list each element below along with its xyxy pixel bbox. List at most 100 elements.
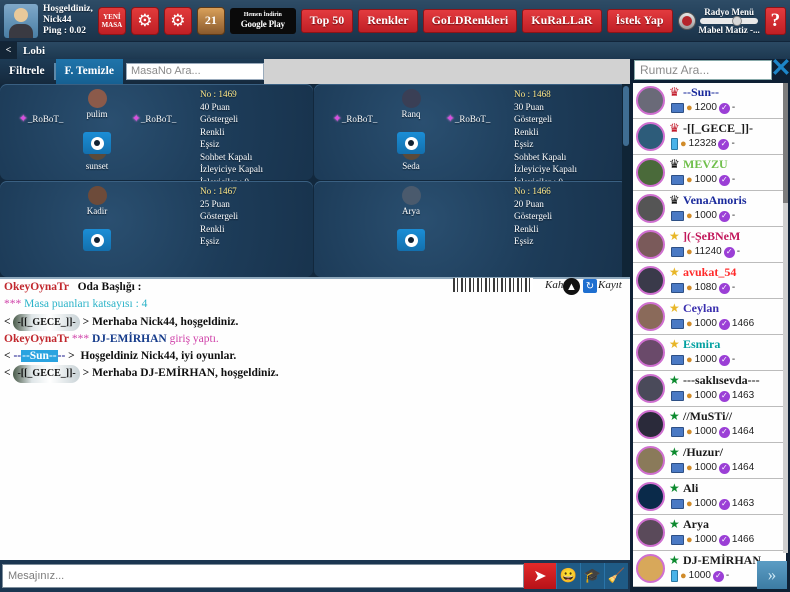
- table-seat[interactable]: ✦_RoBoT_: [10, 114, 72, 125]
- spectate-eye-icon[interactable]: [83, 229, 111, 251]
- user-avatar[interactable]: [636, 302, 665, 331]
- chat-bracket-open: <: [4, 350, 11, 363]
- table-card[interactable]: pulim sunset ✦_RoBoT_ ✦_RoBoT_ No : 1469 40 P…: [0, 84, 313, 199]
- coin-icon: ●: [686, 210, 693, 222]
- user-coins: 1000: [694, 462, 717, 473]
- istek-yap-button[interactable]: İstek Yap: [606, 8, 673, 33]
- user-avatar[interactable]: [636, 374, 665, 403]
- table-seat[interactable]: Kadir: [66, 186, 128, 216]
- spectate-eye-icon[interactable]: [397, 132, 425, 154]
- desktop-icon: [671, 211, 684, 221]
- lobby-scrollbar-thumb[interactable]: [623, 86, 629, 146]
- chat-line: *** Masa puanları katsayısı : 4: [0, 296, 630, 313]
- sidebar-next-button[interactable]: »: [757, 561, 787, 589]
- user-avatar[interactable]: [636, 518, 665, 547]
- user-list-item[interactable]: ♛ VenaAmoris ● 1000 ✓ -: [633, 191, 786, 227]
- user-nickname: DJ-EMİRHAN: [683, 553, 761, 567]
- user-list-item[interactable]: ★ Ceylan ● 1000 ✓ 1466: [633, 299, 786, 335]
- filtrele-button[interactable]: Filtrele: [0, 59, 54, 84]
- user-list-item[interactable]: ★](-ŞeBNeM ● 11240 ✓ -: [633, 227, 786, 263]
- user-list-item[interactable]: ★ Arya ● 1000 ✓ 1466: [633, 515, 786, 551]
- table-seat[interactable]: ✦_RoBoT_: [437, 114, 499, 125]
- chat-brand-tag: OkeyOynaTr: [4, 281, 69, 293]
- message-input[interactable]: Mesajınız...: [2, 564, 524, 588]
- user-coins: 11240: [694, 246, 722, 257]
- table-seat[interactable]: Arya: [380, 186, 442, 216]
- ping-value: Ping : 0.02: [43, 26, 87, 37]
- radio-power-icon[interactable]: [677, 11, 696, 30]
- user-list-item[interactable]: ★ Esmira ● 1000 ✓ -: [633, 335, 786, 371]
- spectate-eye-icon[interactable]: [83, 132, 111, 154]
- user-coins: 1000: [694, 174, 717, 185]
- user-list-scrollbar[interactable]: [783, 83, 788, 553]
- user-search-input[interactable]: Rumuz Ara...: [634, 60, 772, 80]
- user-avatar[interactable]: [636, 410, 665, 439]
- user-list-item[interactable]: ♛ --Sun-- ● 1200 ✓ -: [633, 83, 786, 119]
- user-rank-icon: ★: [669, 337, 680, 351]
- clear-filter-button[interactable]: F. Temizle: [55, 59, 123, 84]
- table-seat[interactable]: ✦_RoBoT_: [324, 114, 386, 125]
- send-button[interactable]: ➤: [524, 563, 556, 589]
- user-avatar[interactable]: [636, 338, 665, 367]
- table-seat[interactable]: Ranq: [380, 89, 442, 119]
- avatar[interactable]: [4, 3, 38, 38]
- radio-menu[interactable]: Radyo Menü Mabel Matiz -...: [677, 7, 760, 35]
- settings-button[interactable]: ⚙: [130, 6, 159, 35]
- user-avatar[interactable]: [636, 194, 665, 223]
- back-button[interactable]: <: [0, 42, 17, 59]
- user-avatar[interactable]: [636, 446, 665, 475]
- user-avatar[interactable]: [636, 230, 665, 259]
- help-button[interactable]: ?: [764, 6, 786, 35]
- chat-stars: ***: [4, 298, 22, 311]
- chat-joined-user[interactable]: DJ-EMİRHAN: [92, 333, 167, 345]
- coin-icon: ●: [680, 138, 687, 150]
- user-list-item[interactable]: ★/Huzur/ ● 1000 ✓ 1464: [633, 443, 786, 479]
- chat-message-text: Hoşgeldiniz Nick44, iyi oyunlar.: [80, 350, 237, 363]
- table-seat[interactable]: pulim: [66, 89, 128, 119]
- table-card[interactable]: Ranq Seda ✦_RoBoT_ ✦_RoBoT_ No : 1468 30 Puan…: [314, 84, 627, 199]
- top50-button[interactable]: Top 50: [300, 8, 354, 33]
- table-info-line: 20 Puan: [514, 198, 544, 209]
- user-table-no: 1464: [731, 426, 755, 437]
- user-list-item[interactable]: ★//MuSTi// ● 1000 ✓ 1464: [633, 407, 786, 443]
- user-list-item[interactable]: ♛ MEVZU ● 1000 ✓ -: [633, 155, 786, 191]
- user-list-item[interactable]: ★ avukat_54 ● 1080 ✓ -: [633, 263, 786, 299]
- user-avatar[interactable]: [636, 86, 665, 115]
- user-meta: ● 1080 ✓ -: [671, 281, 735, 295]
- user-list-scrollbar-thumb[interactable]: [783, 83, 788, 203]
- table-search-input[interactable]: MasaNo Ara...: [125, 63, 264, 80]
- google-play-button[interactable]: Hemen İndirin Google Play: [229, 7, 296, 34]
- user-list-item[interactable]: ♛ -[[_GECE_]]- ● 12328 ✓ -: [633, 119, 786, 155]
- chat-nickname[interactable]: ----Sun----: [13, 348, 65, 365]
- clear-chat-button[interactable]: 🧹: [604, 563, 628, 589]
- chat-nickname[interactable]: -[[_GECE_]]-: [13, 313, 80, 331]
- user-list-item[interactable]: ★ Ali ● 1000 ✓ 1463: [633, 479, 786, 515]
- user-avatar[interactable]: [636, 266, 665, 295]
- table-seat[interactable]: ✦_RoBoT_: [123, 114, 185, 125]
- friends-settings-button[interactable]: ⚙: [163, 6, 192, 35]
- online-count-badge[interactable]: 21: [196, 6, 225, 35]
- spectate-eye-icon[interactable]: [397, 229, 425, 251]
- user-avatar[interactable]: [636, 122, 665, 151]
- gold-renkleri-button[interactable]: GoLDRenkleri: [422, 8, 518, 33]
- clear-filter-label: F. Temizle: [64, 65, 114, 77]
- new-table-button[interactable]: YENİ MASA: [97, 6, 126, 35]
- chat-nickname-inner: --Sun--: [21, 350, 58, 363]
- volume-thumb[interactable]: [732, 15, 743, 26]
- table-card[interactable]: Kadir No : 1467 25 Puan Göstergeli Renkli Eşs…: [0, 181, 313, 277]
- volume-slider[interactable]: [700, 15, 759, 26]
- chat-room-title: Oda Başlığı :: [77, 281, 142, 293]
- lobby-scrollbar[interactable]: [622, 84, 630, 277]
- user-coins: 1000: [694, 426, 717, 437]
- user-list-item[interactable]: ★ ---saklısevda--- ● 1000 ✓ 1463: [633, 371, 786, 407]
- close-icon[interactable]: ✕: [770, 56, 790, 82]
- table-card[interactable]: Arya No : 1466 20 Puan Göstergeli Renkli Eşsi…: [314, 181, 627, 277]
- chat-nickname[interactable]: -[[_GECE_]]-: [13, 365, 80, 383]
- kurallar-button[interactable]: KuRaLLaR: [522, 8, 602, 33]
- user-avatar[interactable]: [636, 482, 665, 511]
- gift-button[interactable]: 🎓: [580, 563, 604, 589]
- user-avatar[interactable]: [636, 554, 665, 583]
- renkler-button[interactable]: Renkler: [358, 8, 418, 33]
- user-avatar[interactable]: [636, 158, 665, 187]
- emoji-button[interactable]: 😀: [556, 563, 580, 589]
